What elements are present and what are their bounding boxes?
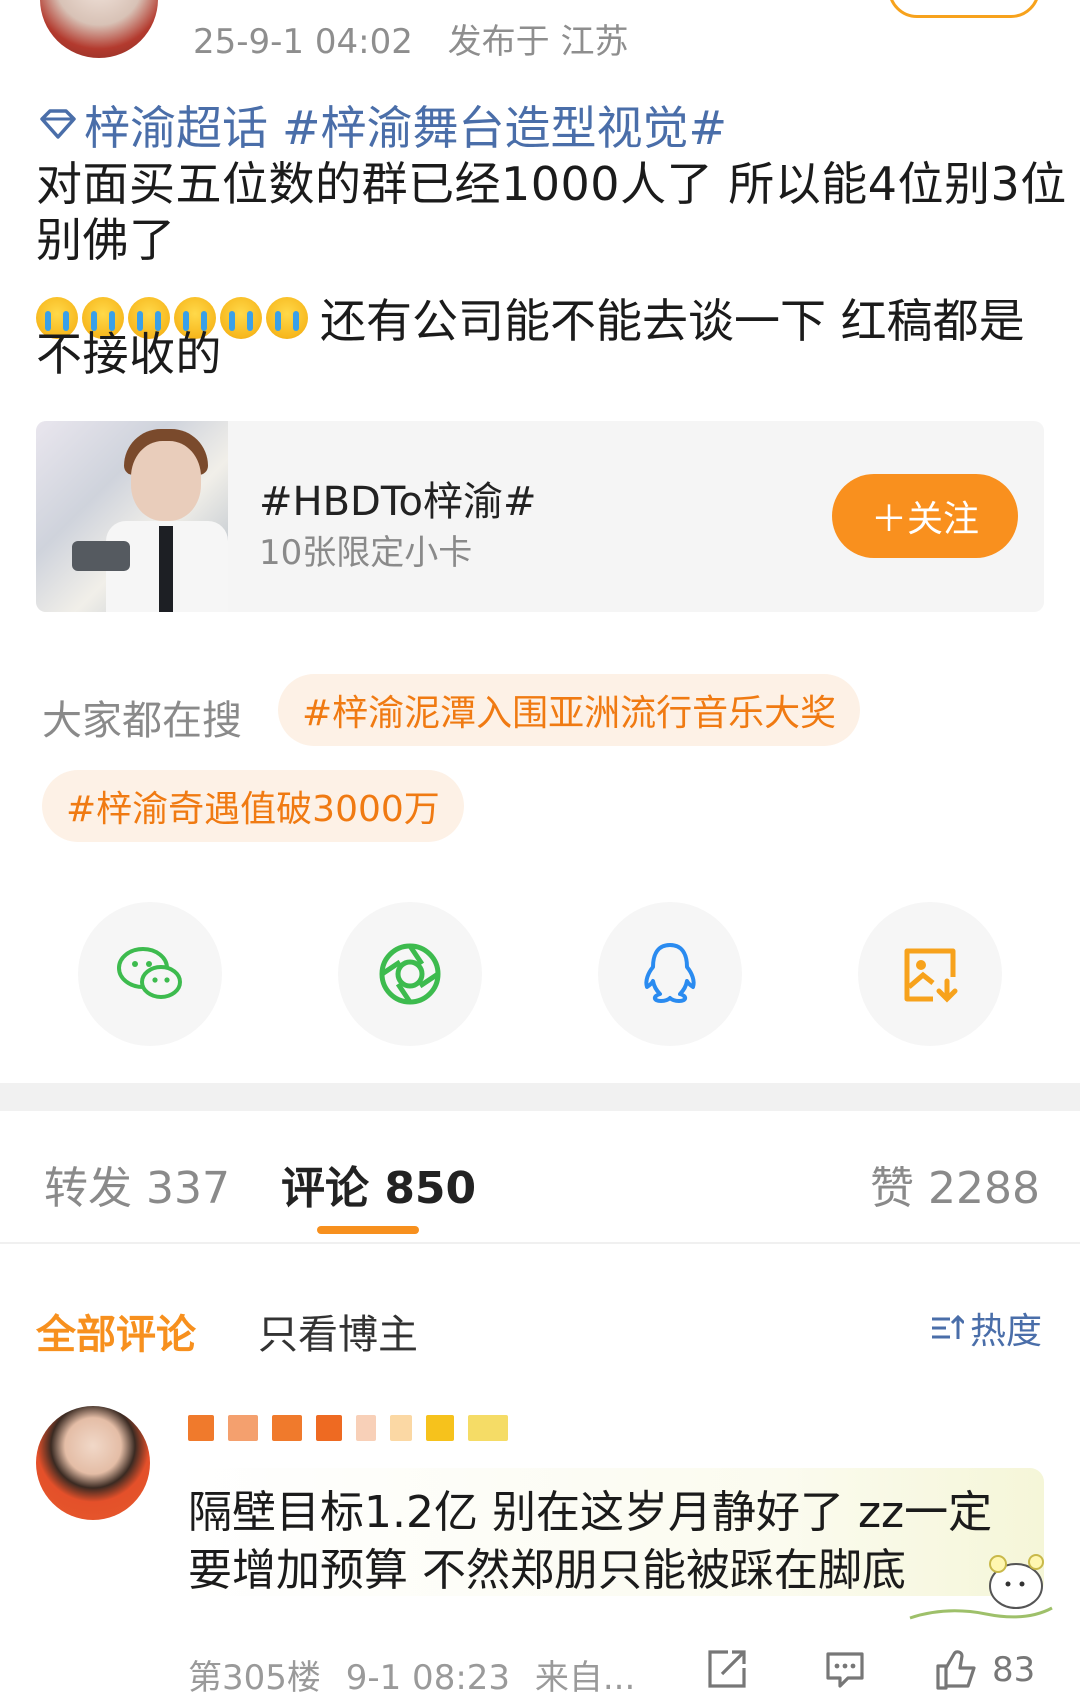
crying-face-icon <box>220 297 262 339</box>
wechat-icon <box>117 947 182 999</box>
sort-icon <box>931 1314 964 1339</box>
qq-icon <box>644 943 696 1003</box>
follow-button-top[interactable] <box>888 0 1040 18</box>
commenter-avatar[interactable] <box>36 1406 150 1520</box>
tab-comment[interactable]: 评论 850 <box>281 1152 476 1216</box>
post-meta: 25-9-1 04:02 发布于 江苏 <box>193 14 652 63</box>
post-location: 发布于 江苏 <box>447 22 629 62</box>
active-tab-indicator <box>317 1226 419 1234</box>
save-image-button[interactable] <box>858 902 1002 1046</box>
comment-reply-button[interactable] <box>824 1648 866 1694</box>
filter-blogger-only[interactable]: 只看博主 <box>258 1302 418 1360</box>
trending-tag[interactable]: #梓渝奇遇值破3000万 <box>42 770 464 842</box>
commenter-name-redacted[interactable] <box>188 1413 620 1443</box>
comment-icon <box>826 1652 864 1688</box>
crying-face-icon <box>266 297 308 339</box>
share-wechat-button[interactable] <box>78 902 222 1046</box>
moments-icon <box>379 943 441 1005</box>
comment-like-count: 83 <box>992 1650 1036 1690</box>
thumbs-up-icon <box>936 1650 976 1690</box>
save-image-icon <box>904 948 958 1003</box>
sort-by-hot-button[interactable]: 热度 <box>930 1302 1042 1354</box>
post-text-line-1: 对面买五位数的群已经1000人了 所以能4位别3位 <box>36 157 1067 211</box>
sort-label: 热度 <box>969 1311 1042 1352</box>
author-avatar[interactable] <box>40 0 158 58</box>
post-text-line-4: 不接收的 <box>36 327 222 381</box>
share-moments-button[interactable] <box>338 902 482 1046</box>
comment-repost-button[interactable] <box>706 1648 748 1694</box>
trending-tag[interactable]: #梓渝泥潭入围亚洲流行音乐大奖 <box>278 674 861 746</box>
topic-card-image <box>36 421 228 612</box>
topic-card-subtitle: 10张限定小卡 <box>259 533 473 573</box>
comment-time: 9-1 08:23 <box>345 1658 511 1698</box>
divider <box>0 1242 1080 1244</box>
post-timestamp: 25-9-1 04:02 <box>193 22 413 62</box>
trending-label: 大家都在搜 <box>42 698 242 744</box>
topic-follow-button[interactable]: ＋关注 <box>832 474 1018 558</box>
repost-icon <box>708 1650 746 1688</box>
topic-card-title: #HBDTo梓渝# <box>259 479 537 525</box>
comment-meta: 第305楼 9-1 08:23 来自... <box>188 1650 649 1699</box>
post-text-line-2: 别佛了 <box>36 213 176 267</box>
comment-text-line-2: 要增加预算 不然郑朋只能被踩在脚底 <box>188 1545 906 1596</box>
topic-card[interactable]: #HBDTo梓渝# 10张限定小卡 ＋关注 <box>36 421 1044 612</box>
share-qq-button[interactable] <box>598 902 742 1046</box>
super-topic-icon <box>40 109 76 139</box>
section-divider <box>0 1083 1080 1111</box>
comment-text-line-1: 隔壁目标1.2亿 别在这岁月静好了 zz一定 <box>188 1487 993 1538</box>
comment-floor: 第305楼 <box>188 1658 321 1698</box>
bubble-decoration-sticker <box>909 1554 1053 1620</box>
tab-repost[interactable]: 转发 337 <box>44 1152 230 1216</box>
filter-all-comments[interactable]: 全部评论 <box>36 1302 196 1360</box>
post-text-line-3: 还有公司能不能去谈一下 红稿都是 <box>320 294 1025 348</box>
comment-source: 来自... <box>534 1658 636 1698</box>
tab-like[interactable]: 赞 2288 <box>870 1152 1040 1216</box>
comment-like-button[interactable]: 83 <box>934 1648 1035 1692</box>
